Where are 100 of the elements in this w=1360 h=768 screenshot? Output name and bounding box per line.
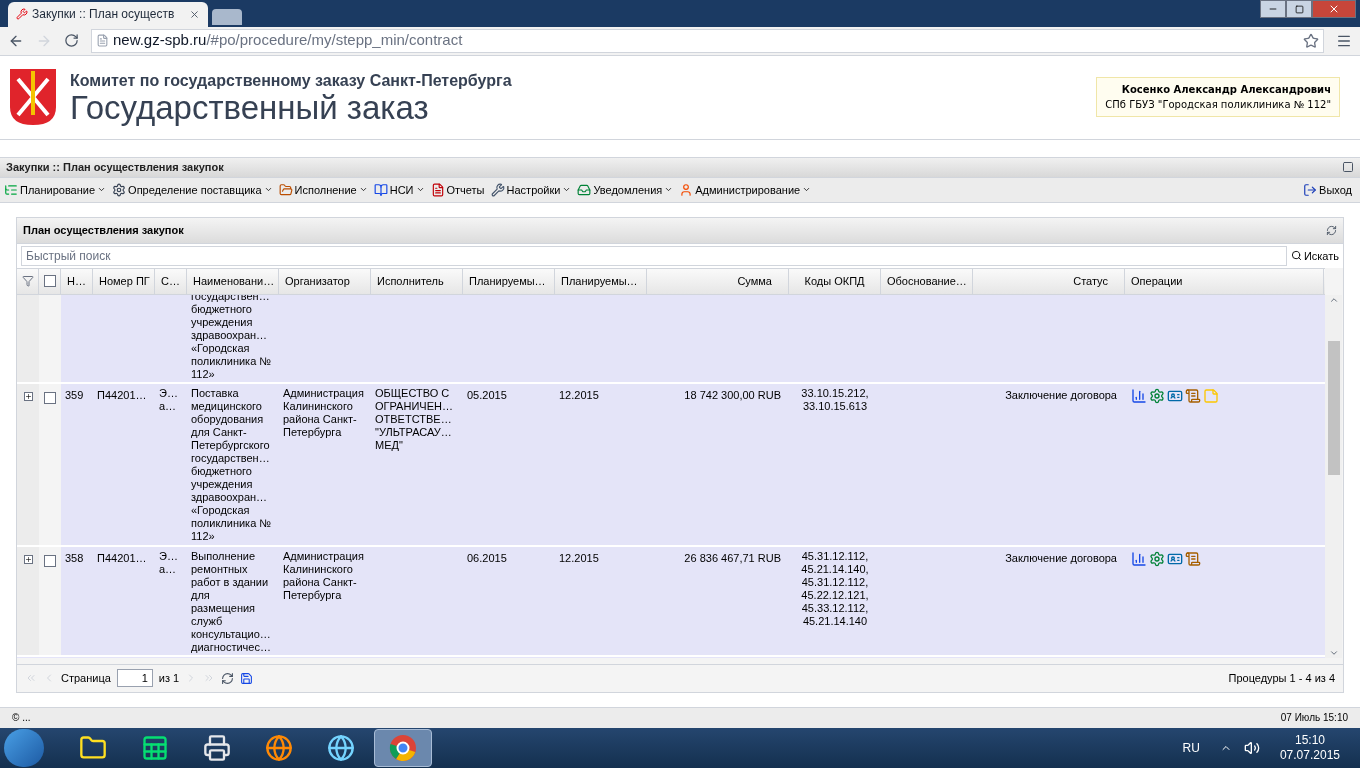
minimize-button[interactable] [1260,0,1286,18]
restore-button[interactable] [1286,0,1312,18]
table-cell: Э… а… [159,387,178,414]
address-field[interactable]: new.gz-spb.ru/#po/procedure/my/stepp_min/contract [91,28,1324,53]
column-header[interactable]: Коды ОКПД [789,268,881,294]
scroll-icon[interactable] [1185,388,1201,405]
row-checkbox[interactable] [44,554,56,567]
table-cell: Выполнение ремонтных работ в здании для размещения служб консультацио… диагностичес… [191,549,271,654]
language-indicator[interactable]: RU [1182,739,1200,757]
copyright-text: © ... [12,711,31,726]
search-field[interactable]: Быстрый поиск [21,245,1287,266]
column-header[interactable]: Планируемы… [555,268,647,294]
table-cell: Администрация Калининского района Санкт- Петербурга [283,387,364,440]
table-cell: 26 836 467,71 RUB [684,551,781,565]
scroll-icon[interactable] [1185,550,1201,567]
user-name: Косенко Александр Александрович [1121,83,1331,98]
row-checkbox[interactable] [44,392,56,405]
column-header[interactable]: Сумма [647,268,789,294]
folder-icon [278,182,293,197]
column-header[interactable]: Н… [61,268,93,294]
menu-item[interactable]: Отчеты [430,181,485,199]
tray-icon [577,182,592,197]
column-header[interactable]: Планируемы… [463,268,555,294]
collapse-icon[interactable] [1342,161,1354,174]
logout-button[interactable]: Выход [1303,181,1352,199]
volume-icon[interactable] [1243,740,1260,756]
menu-item[interactable]: Определение поставщика [112,181,273,199]
restore-icon [1294,4,1304,14]
column-header[interactable]: Номер ПГ [93,268,155,294]
start-button[interactable] [4,729,44,767]
table-cell: 45.31.12.112, 45.21.14.140, 45.31.12.112, 45.22.12.121, 45.33.12.112, 45.21.14.140 [801,549,869,628]
table-cell: 358 [65,551,84,565]
filter-icon[interactable] [21,275,34,288]
date-time-text: 07 Июль 15:10 [1280,711,1348,726]
browser-tab[interactable]: Закупки :: План осуществ [8,1,208,27]
search-button[interactable]: Искать [1290,247,1339,265]
gear-icon[interactable] [1149,388,1165,405]
column-header[interactable]: Организатор [279,268,371,294]
menu-item[interactable]: НСИ [373,181,425,199]
browser-logo-icon [389,734,417,762]
page-count: из 1 [158,671,180,687]
user-organization: СПб ГБУЗ "Городская поликлиника № 112" [1105,98,1331,113]
coat-of-arms-logo [8,67,58,128]
reload-icon[interactable] [64,33,79,49]
table-cell: 18 742 300,00 RUB [684,389,781,403]
menu-item[interactable]: Исполнение [278,181,368,199]
column-header[interactable]: Обоснование… [881,268,973,294]
table-cell: 12.2015 [559,389,599,403]
table-cell: П44201… [97,551,147,565]
bookmark-star-icon[interactable] [1303,32,1319,49]
column-header[interactable]: Операции [1125,268,1324,294]
menu-item[interactable]: Настройки [490,181,572,199]
column-header[interactable]: Исполнитель [371,268,463,294]
page-icon [96,34,109,48]
expand-icon[interactable] [23,392,33,402]
refresh-icon[interactable] [1326,224,1337,236]
tab-title: Закупки :: План осуществ [32,6,176,24]
scrollbar[interactable] [1325,294,1342,658]
bar-chart-icon[interactable] [1131,388,1147,405]
table-cell: ОБЩЕСТВО С ОГРАНИЧЕН… ОТВЕТСТВЕ… "УЛЬТРАСАУ… МЕД" [375,387,453,453]
clock[interactable]: 15:10 07.07.2015 [1279,733,1340,763]
table-cell: 05.2015 [467,389,507,403]
globe-icon [327,734,355,762]
gear-icon[interactable] [1149,550,1165,567]
gears-icon [112,182,127,197]
menu-item[interactable]: Уведомления [577,181,674,199]
table-cell: 06.2015 [467,551,507,565]
folder-icon [79,734,107,762]
menu-item[interactable]: Администрирование [679,181,812,199]
search-icon [1290,250,1302,262]
select-all-checkbox[interactable] [43,275,56,288]
table-cell: государствен… бюджетного учреждения здравоохран… «Городская поликлиника № 112» [191,294,272,381]
menu-item[interactable]: Планирование [4,181,107,199]
table-cell: Администрация Калининского района Санкт- Петербурга [283,549,364,602]
column-header[interactable]: С… [155,268,187,294]
table-cell: П44201… [97,389,147,403]
page-title: Закупки :: План осуществления закупок [6,160,225,176]
book-icon [373,182,388,197]
wrench-icon [490,182,505,197]
save-icon[interactable] [240,671,254,685]
column-header[interactable]: Наименовани… [187,268,279,294]
page-label: Страница [61,671,111,687]
page-field[interactable]: 1 [116,669,153,688]
expand-icon[interactable] [23,554,33,564]
column-header[interactable]: Статус [973,268,1125,294]
scrollbar-thumb[interactable] [1327,340,1340,475]
table-cell: 33.10.15.212, 33.10.15.613 [801,387,869,414]
refresh-icon[interactable] [221,671,235,685]
close-icon[interactable] [189,8,200,20]
globe-icon [265,734,293,762]
user-icon [679,182,694,197]
document-icon [430,182,445,197]
exit-icon [1303,182,1318,197]
table-cell: 12.2015 [559,551,599,565]
url-text: new.gz-spb.ru/#po/procedure/my/stepp_min/contract [113,30,464,51]
spreadsheet-icon [141,734,169,762]
records-summary: Процедуры 1 - 4 из 4 [1228,671,1335,687]
new-tab-button[interactable] [212,8,242,25]
bar-chart-icon[interactable] [1131,550,1147,567]
site-title: Государственный заказ [70,90,429,124]
